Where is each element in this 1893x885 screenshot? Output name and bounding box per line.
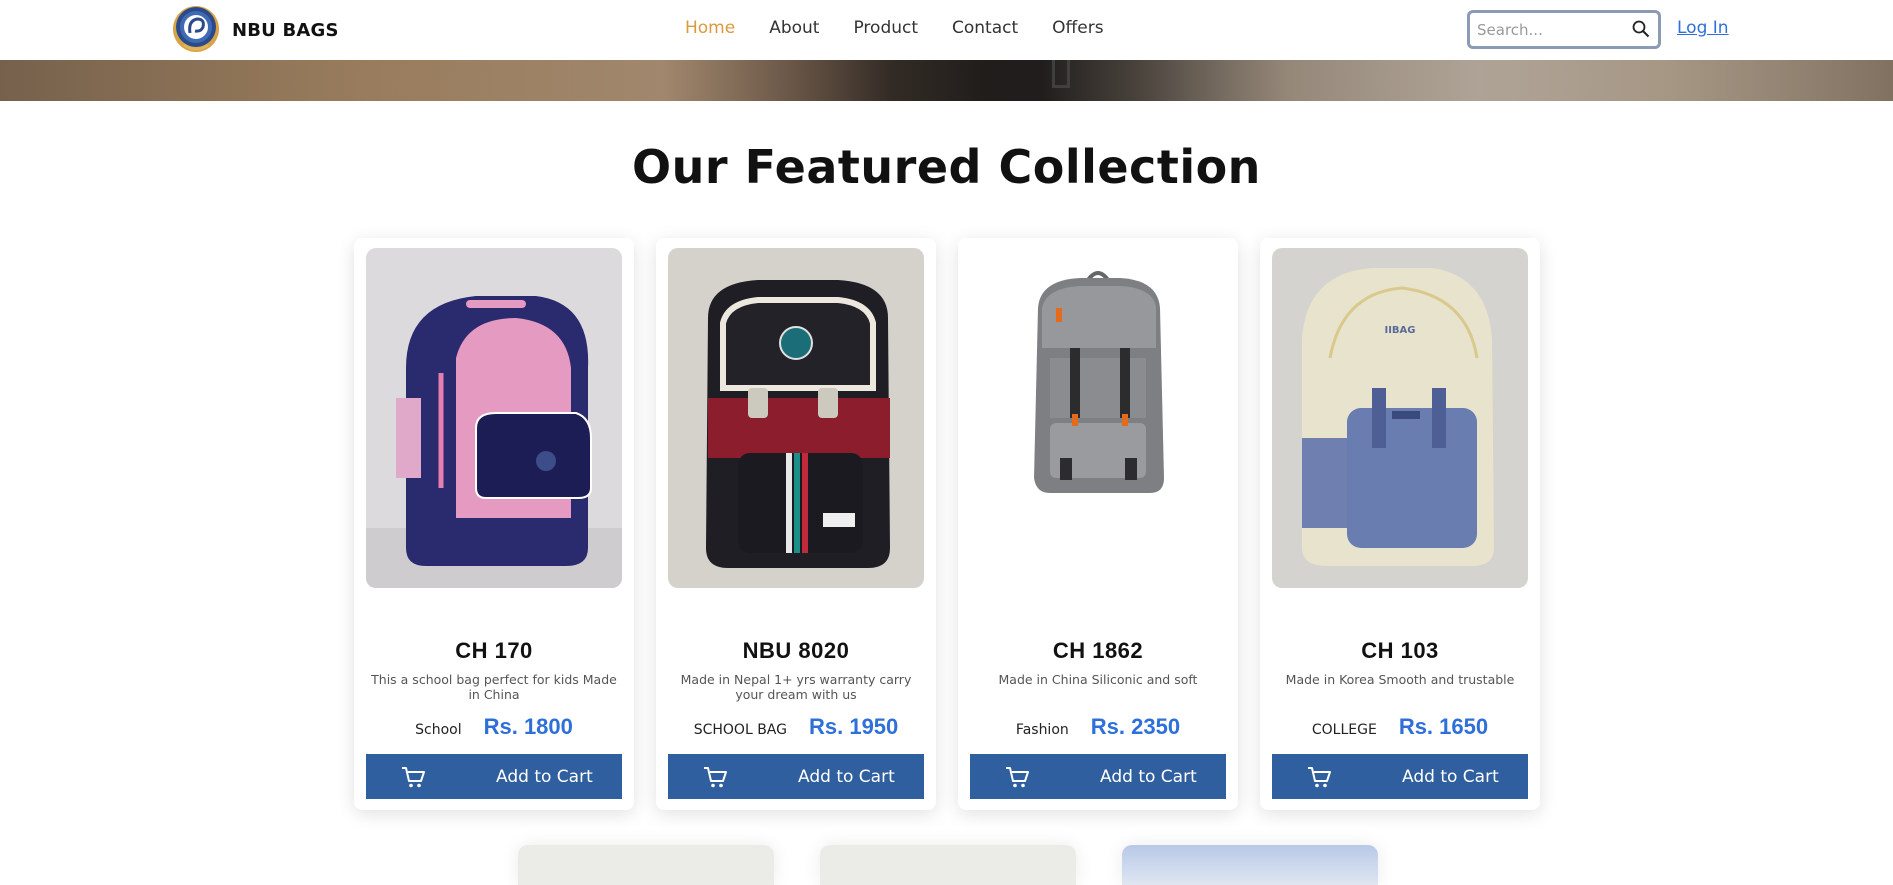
product-price: Rs. 1650 [1398,714,1489,739]
product-image[interactable] [366,248,622,588]
product-meta: COLLEGE Rs. 1650 [1260,714,1540,740]
login-link[interactable]: Log In [1677,18,1729,38]
cart-icon [1006,766,1029,787]
add-to-cart-label: Add to Cart [1402,766,1499,787]
cart-icon [1308,766,1331,787]
nav-home[interactable]: Home [685,18,735,38]
add-to-cart-label: Add to Cart [496,766,593,787]
product-category: Fashion [1015,722,1069,738]
product-name: NBU 8020 [742,638,850,663]
brand-name: NBU BAGS [232,19,339,41]
nav-contact[interactable]: Contact [952,18,1018,38]
main-nav: Home About Product Contact Offers [685,18,1138,38]
product-card-preview [820,845,1076,885]
add-to-cart-button[interactable]: Add to Cart [366,754,622,799]
product-card-preview [1122,845,1378,885]
site-header: NBU BAGS Home About Product Contact Offe… [0,0,1893,60]
cart-icon [402,766,425,787]
product-card: NBU 8020 Made in Nepal 1+ yrs warranty c… [656,238,936,810]
section-title: Our Featured Collection [632,140,1261,194]
brand-logo-icon [170,5,222,55]
svg-text:IIBAG: IIBAG [1384,325,1415,336]
backpack-image-icon [970,248,1226,588]
backpack-strap-graphic [1052,60,1070,88]
product-description: Made in China Siliconic and soft [998,672,1198,687]
product-card-preview [518,845,774,885]
nav-about[interactable]: About [769,18,819,38]
product-meta: School Rs. 1800 [354,714,634,740]
add-to-cart-button[interactable]: Add to Cart [1272,754,1528,799]
product-category: SCHOOL BAG [693,722,787,738]
product-meta: Fashion Rs. 2350 [958,714,1238,740]
product-image[interactable] [668,248,924,588]
product-category: COLLEGE [1311,722,1377,738]
product-image[interactable] [970,248,1226,588]
product-description: Made in Korea Smooth and trustable [1285,672,1515,687]
add-to-cart-button[interactable]: Add to Cart [970,754,1226,799]
add-to-cart-label: Add to Cart [798,766,895,787]
product-price: Rs. 2350 [1090,714,1181,739]
hero-banner-image [0,60,1893,101]
product-card: CH 1862 Made in China Siliconic and soft… [958,238,1238,810]
product-name: CH 170 [455,638,533,663]
search-input[interactable] [1470,13,1620,46]
product-name: CH 1862 [1052,638,1144,663]
product-name: CH 103 [1361,638,1439,663]
product-description: Made in Nepal 1+ yrs warranty carry your… [680,672,912,702]
add-to-cart-button[interactable]: Add to Cart [668,754,924,799]
product-card: IIBAG CH 103 Made in Korea Smooth and tr… [1260,238,1540,810]
product-price: Rs. 1800 [483,714,573,739]
nav-offers[interactable]: Offers [1052,18,1103,38]
add-to-cart-label: Add to Cart [1100,766,1197,787]
product-image[interactable]: IIBAG [1272,248,1528,588]
cart-icon [704,766,727,787]
backpack-image-icon [668,248,924,588]
search-box [1467,10,1661,49]
product-category: School [415,722,462,738]
backpack-image-icon: IIBAG [1272,248,1528,588]
brand[interactable]: NBU BAGS [170,5,339,55]
backpack-image-icon [366,248,622,588]
product-price: Rs. 1950 [808,714,899,739]
product-card: CH 170 This a school bag perfect for kid… [354,238,634,810]
product-meta: SCHOOL BAG Rs. 1950 [656,714,936,740]
product-description: This a school bag perfect for kids Made … [371,672,617,702]
nav-product[interactable]: Product [853,18,918,38]
search-icon[interactable] [1632,20,1650,38]
